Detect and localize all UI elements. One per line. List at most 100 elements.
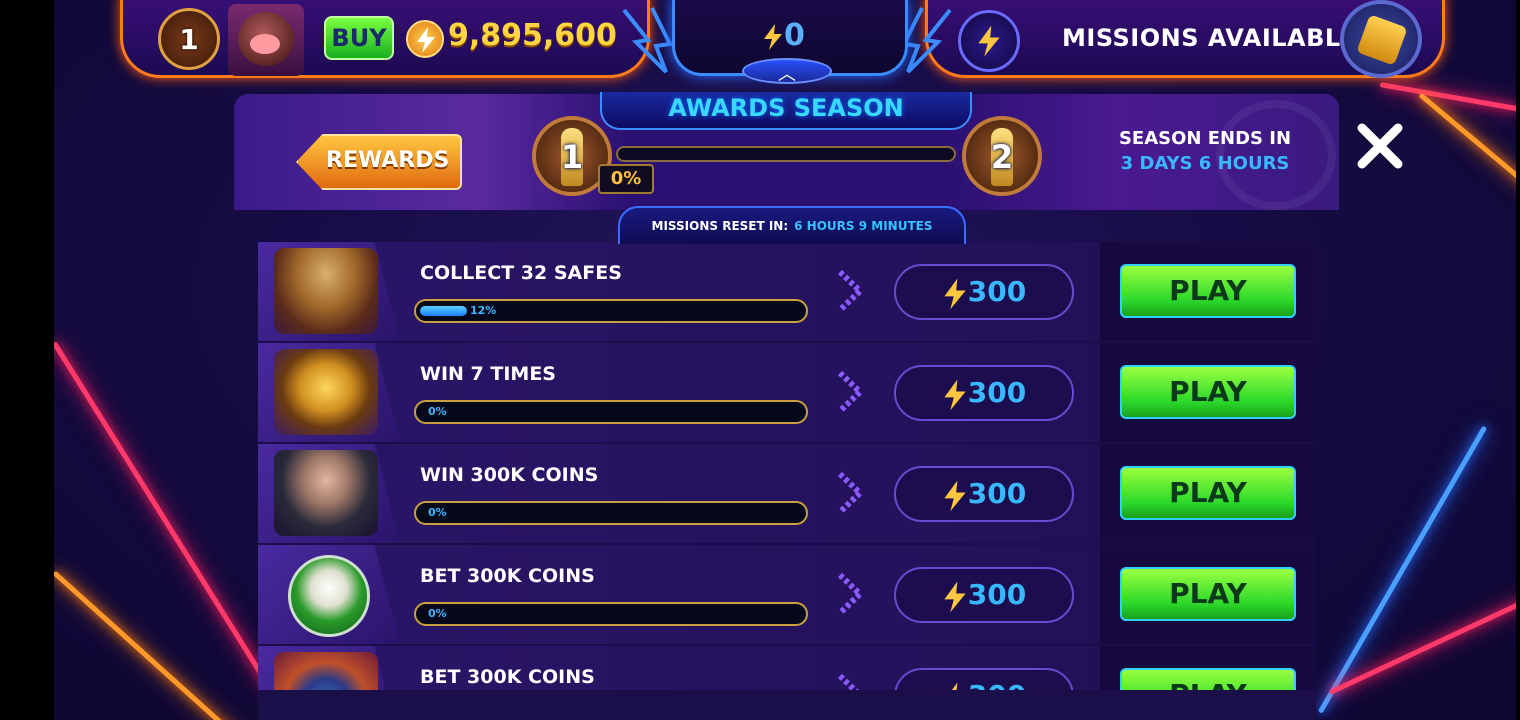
mission-thumb	[258, 444, 400, 543]
coin-icon	[406, 20, 444, 58]
reward-amount: 300	[968, 679, 1026, 690]
play-column: PLAY	[1100, 242, 1316, 341]
season-ends-value: 3 DAYS 6 HOURS	[1120, 153, 1290, 174]
mission-progress-text: 0%	[428, 405, 447, 418]
mission-row: WIN 300K COINS 0% 300 PLAY	[258, 444, 1316, 543]
mission-reward: 300	[894, 365, 1074, 421]
season-progress-bar	[616, 146, 956, 162]
close-button[interactable]	[1354, 120, 1406, 172]
laser-beam	[1317, 425, 1488, 714]
letterbox-left	[0, 0, 54, 720]
chevron-right-icon	[837, 471, 865, 515]
mission-list[interactable]: COLLECT 32 SAFES 12% 300 PLAY WIN 7 TIME…	[258, 242, 1316, 690]
laser-beam	[52, 570, 249, 720]
mission-reward: 300	[894, 264, 1074, 320]
reward-amount: 300	[967, 477, 1027, 510]
buy-button[interactable]: BUY	[324, 16, 394, 60]
mission-thumb	[258, 242, 400, 341]
level-badge[interactable]: 1	[158, 8, 220, 70]
lightning-icon	[764, 23, 782, 50]
lightning-icon	[944, 480, 966, 511]
play-column: PLAY	[1100, 545, 1316, 644]
mission-row: BET 300K COINS 300 PLAY	[258, 646, 1316, 690]
game-screen: 1 BUY 9,895,600 0 ︿ MISSIONS AVAILABLE! …	[0, 0, 1520, 720]
reward-amount: 300	[967, 275, 1027, 308]
gentleman-icon	[274, 450, 378, 536]
reward-amount: 300	[967, 376, 1027, 409]
season-ends-info: SEASON ENDS IN 3 DAYS 6 HOURS	[1090, 128, 1320, 174]
puzzle-piece	[1356, 14, 1408, 66]
chevron-up-icon: ︿	[778, 64, 796, 85]
sombrero-bandit-icon	[274, 248, 378, 334]
mission-title: BET 300K COINS	[420, 666, 595, 688]
close-icon	[1357, 123, 1403, 169]
season-ends-label: SEASON ENDS IN	[1118, 128, 1292, 149]
mission-reward: 300	[894, 567, 1074, 623]
mission-reward: 300	[894, 466, 1074, 522]
energy-value: 0	[784, 18, 805, 53]
mission-thumb	[258, 545, 400, 644]
missions-available-label[interactable]: MISSIONS AVAILABLE!	[1062, 24, 1369, 52]
season-title: AWARDS SEASON	[668, 94, 904, 122]
season-progress-text: 0%	[598, 164, 654, 194]
mission-row: COLLECT 32 SAFES 12% 300 PLAY	[258, 242, 1316, 341]
eagle-icon	[288, 555, 370, 637]
mission-reward: 300	[894, 668, 1074, 690]
play-column: PLAY	[1100, 343, 1316, 442]
play-column: PLAY	[1100, 646, 1316, 690]
missions-reset-timer: MISSIONS RESET IN: 6 HOURS 9 MINUTES	[618, 206, 966, 244]
play-button[interactable]: PLAY	[1120, 365, 1296, 419]
mission-progress-fill	[420, 306, 467, 316]
level-number: 1	[179, 23, 199, 56]
mission-title: BET 300K COINS	[420, 565, 595, 587]
mission-progress-bar: 0%	[414, 602, 808, 626]
reset-value: 6 HOURS 9 MINUTES	[794, 219, 933, 233]
chevron-right-icon	[837, 673, 860, 690]
lightning-icon	[944, 379, 966, 410]
play-button[interactable]: PLAY	[1120, 264, 1296, 318]
mission-title: COLLECT 32 SAFES	[420, 262, 622, 284]
chevron-right-icon	[837, 370, 865, 414]
lightning-icon	[944, 581, 966, 612]
play-button[interactable]: PLAY	[1120, 567, 1296, 621]
mission-thumb	[258, 646, 400, 690]
mission-progress-bar: 0%	[414, 501, 808, 525]
reset-label: MISSIONS RESET IN:	[651, 219, 789, 233]
collapse-button[interactable]: ︿	[742, 58, 832, 85]
list-bottom-edge	[258, 690, 1316, 720]
energy-counter: 0	[762, 18, 805, 53]
laser-beam	[51, 341, 279, 701]
pig-nose	[250, 34, 280, 54]
play-button[interactable]: PLAY	[1120, 466, 1296, 520]
tier-next-number: 2	[990, 138, 1014, 176]
puzzle-icon[interactable]	[1340, 0, 1422, 78]
reward-amount: 300	[967, 578, 1027, 611]
mission-progress-bar: 0%	[414, 400, 808, 424]
mission-progress-text: 0%	[428, 506, 447, 519]
tier-next-badge: 2	[962, 116, 1042, 196]
mission-row: WIN 7 TIMES 0% 300 PLAY	[258, 343, 1316, 442]
genie-icon	[274, 652, 378, 690]
piggy-bank-icon[interactable]	[228, 4, 304, 76]
mission-row: BET 300K COINS 0% 300 PLAY	[258, 545, 1316, 644]
golden-dragon-icon	[274, 349, 378, 435]
lightning-icon	[944, 278, 966, 309]
letterbox-right	[1516, 0, 1520, 720]
mission-lightning-icon[interactable]	[958, 10, 1020, 72]
mission-thumb	[258, 343, 400, 442]
mission-progress-bar: 12%	[414, 299, 808, 323]
lightning-icon	[951, 682, 958, 690]
rewards-button[interactable]: REWARDS	[296, 134, 462, 190]
coin-balance: 9,895,600	[448, 18, 617, 53]
mission-progress-text: 12%	[470, 304, 497, 317]
play-button[interactable]: PLAY	[1120, 668, 1296, 690]
mission-title: WIN 300K COINS	[420, 464, 599, 486]
mission-progress-text: 0%	[428, 607, 447, 620]
play-column: PLAY	[1100, 444, 1316, 543]
chevron-right-icon	[837, 269, 865, 313]
chevron-right-icon	[837, 572, 865, 616]
top-bar: 1 BUY 9,895,600 0 ︿ MISSIONS AVAILABLE!	[0, 0, 1520, 90]
mission-title: WIN 7 TIMES	[420, 363, 556, 385]
rewards-label: REWARDS	[326, 148, 450, 173]
season-title-bar: AWARDS SEASON	[600, 92, 972, 130]
